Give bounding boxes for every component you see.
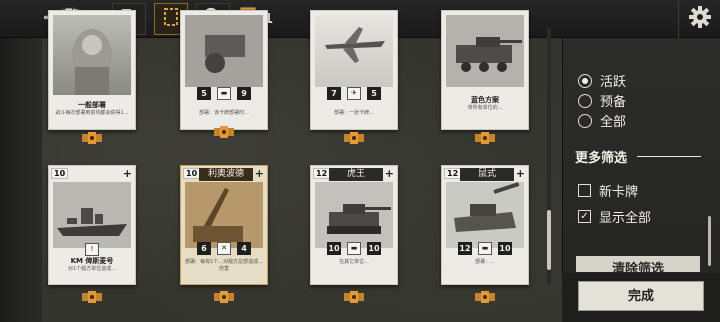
rank-badge-icon	[342, 291, 366, 303]
card-text: 部署：一张卡牌...	[334, 110, 374, 116]
card-name: 蓝色方案	[471, 96, 499, 104]
attack-value: 12	[458, 242, 472, 255]
card-art	[53, 182, 131, 248]
rank-badge-icon	[80, 132, 104, 144]
add-card-icon[interactable]: +	[123, 168, 132, 180]
filter-option-label: 全部	[600, 115, 627, 130]
filter-option-all[interactable]: 全部	[578, 111, 626, 130]
card-cost: 10	[51, 168, 69, 179]
card-name: KM 俾斯麦号	[70, 257, 114, 265]
card-art	[185, 15, 263, 87]
card-art	[315, 15, 393, 87]
attack-value: 7	[327, 87, 341, 100]
settings-button[interactable]	[678, 0, 720, 38]
card-art	[446, 15, 524, 87]
radio-selected-icon[interactable]	[578, 73, 592, 88]
card-text: 战斗每次部署到前线都会获得1...	[55, 110, 129, 116]
card-cost: 12	[313, 168, 331, 179]
rank-badge-icon	[473, 132, 497, 144]
attack-value: 6	[197, 242, 211, 255]
card-km-bismarck[interactable]: 10 + ! KM 俾斯麦号 对1个敌方单位造成...	[48, 165, 136, 285]
add-card-icon[interactable]: +	[255, 168, 264, 180]
rank-badge-icon	[342, 132, 366, 144]
dashed-card-icon	[163, 7, 179, 31]
card-maus[interactable]: 12 鼠式 + 12 ▬ 10 部署：...	[441, 165, 529, 285]
checkbox-checked-icon[interactable]: ✓	[578, 210, 591, 223]
left-edge	[0, 38, 42, 322]
defense-value: 10	[367, 242, 381, 255]
artillery-type-icon: ✕	[217, 242, 231, 255]
card-text: 部署：...	[475, 259, 495, 265]
rank-badge-icon	[212, 291, 236, 303]
radio-icon[interactable]	[578, 93, 592, 108]
card-art	[446, 182, 524, 248]
card-fighter-plane[interactable]: 7 ✈ 5 部署：一张卡牌...	[310, 10, 398, 130]
card-text: 将所有单位的...	[467, 105, 503, 111]
checkbox-label: 显示全部	[599, 211, 652, 226]
defense-value: 4	[237, 242, 251, 255]
more-filters-title: 更多筛选	[575, 151, 628, 166]
filter-show-all[interactable]: ✓ 显示全部	[578, 207, 651, 226]
card-art	[53, 15, 131, 95]
tank-type-icon: ▬	[347, 242, 361, 255]
card-king-tiger[interactable]: 12 虎王 + 10 ▬ 10 在其它单位...	[310, 165, 398, 285]
naval-type-icon: !	[85, 243, 99, 256]
card-artillery-unit[interactable]: 5 ▬ 9 部署：该卡牌部署时...	[180, 10, 268, 130]
add-card-icon[interactable]: +	[385, 168, 394, 180]
card-title: 利奥波德	[199, 168, 253, 181]
card-art	[315, 182, 393, 248]
defense-value: 9	[237, 87, 251, 100]
radio-icon[interactable]	[578, 113, 592, 128]
card-text: 对1个敌方单位造成...	[68, 266, 116, 272]
card-text: 部署：该卡牌部署时...	[199, 110, 249, 116]
unit-type-icon: ✈	[347, 87, 361, 100]
card-title: 虎王	[329, 168, 383, 181]
attack-value: 5	[197, 87, 211, 100]
rank-badge-icon	[80, 291, 104, 303]
card-cost: 12	[444, 168, 462, 179]
checkbox-icon[interactable]	[578, 184, 591, 197]
filter-option-reserve[interactable]: 预备	[578, 91, 626, 110]
card-text: 部署：每有1个...对敌方总部造成...伤害	[185, 259, 263, 272]
filter-option-label: 活跃	[600, 75, 627, 90]
gear-icon	[688, 5, 712, 33]
card-leopold[interactable]: 10 利奥波德 + 6 ✕ 4 部署：每有1个...对敌方总部造成...伤害	[180, 165, 268, 285]
card-text: 在其它单位...	[339, 259, 369, 265]
add-card-icon[interactable]: +	[516, 168, 525, 180]
card-name: 一般部署	[78, 101, 106, 109]
filter-new-cards[interactable]: 新卡牌	[578, 181, 638, 200]
card-art	[185, 182, 263, 248]
filter-panel-scrollbar[interactable]	[708, 216, 711, 266]
tank-type-icon: ▬	[478, 242, 492, 255]
filter-option-active[interactable]: 活跃	[578, 71, 626, 90]
filter-option-label: 预备	[600, 95, 627, 110]
card-title: 鼠式	[460, 168, 514, 181]
defense-value: 5	[367, 87, 381, 100]
card-general-deploy[interactable]: 一般部署 战斗每次部署到前线都会获得1...	[48, 10, 136, 130]
card-cost: 10	[183, 168, 201, 179]
rank-badge-icon	[212, 126, 236, 138]
unit-type-icon: ▬	[217, 87, 231, 100]
section-divider	[637, 156, 701, 157]
checkbox-label: 新卡牌	[599, 185, 639, 200]
rank-badge-icon	[473, 291, 497, 303]
clear-filters-button[interactable]: 清除筛选	[576, 256, 700, 272]
collection-scrollbar[interactable]	[547, 210, 551, 270]
card-blue-plan[interactable]: 蓝色方案 将所有单位的...	[441, 10, 529, 130]
attack-value: 10	[327, 242, 341, 255]
done-button[interactable]: 完成	[578, 281, 704, 311]
defense-value: 10	[498, 242, 512, 255]
